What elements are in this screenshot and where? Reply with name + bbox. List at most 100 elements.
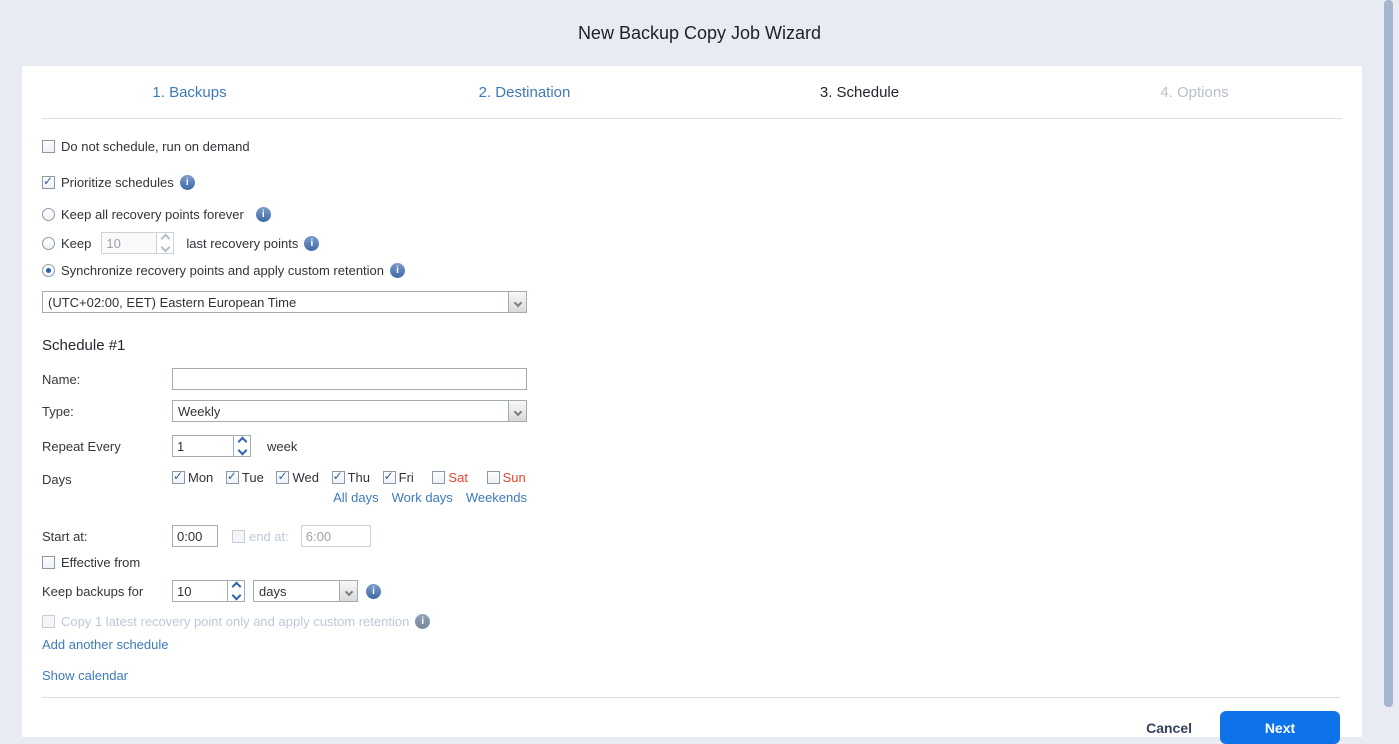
keep-forever-radio[interactable] <box>42 208 55 221</box>
window-titlebar: New Backup Copy Job Wizard <box>0 0 1399 66</box>
day-thu-label: Thu <box>347 470 370 485</box>
day-thu[interactable]: Thu <box>331 469 370 485</box>
effective-from-checkbox[interactable] <box>42 556 55 569</box>
tab-options: 4. Options <box>1160 83 1229 101</box>
wizard-footer: Cancel Next <box>22 698 1362 744</box>
day-sun-checkbox[interactable] <box>486 471 500 484</box>
day-tue[interactable]: Tue <box>225 469 264 485</box>
scrollbar-thumb[interactable] <box>1384 0 1393 707</box>
day-sun-label: Sun <box>502 470 526 485</box>
chevron-down-icon <box>339 581 357 601</box>
tab-backups[interactable]: 1. Backups <box>22 84 357 101</box>
days-row: Days Mon Tue Wed Thu Fri Sat Sun All day… <box>42 469 1340 505</box>
day-fri[interactable]: Fri <box>382 469 414 485</box>
keep-backups-stepper[interactable] <box>172 580 245 602</box>
show-calendar-row: Show calendar <box>42 668 1340 683</box>
name-row: Name: <box>42 368 1340 390</box>
next-button[interactable]: Next <box>1220 711 1340 744</box>
day-sun[interactable]: Sun <box>486 470 526 485</box>
days-label: Days <box>42 472 72 487</box>
do-not-schedule-checkbox[interactable] <box>42 140 55 153</box>
keep-last-radio[interactable] <box>42 236 55 250</box>
work-days-link[interactable]: Work days <box>392 490 453 505</box>
copy-latest-checkbox <box>42 615 55 628</box>
schedule-heading: Schedule #1 <box>42 337 126 354</box>
stepper-arrows-icon[interactable] <box>227 581 244 601</box>
info-icon[interactable] <box>390 263 406 278</box>
vertical-scrollbar[interactable] <box>1384 0 1393 737</box>
chevron-down-icon <box>508 292 526 312</box>
day-tue-checkbox[interactable] <box>225 469 239 484</box>
tab-destination[interactable]: 2. Destination <box>357 84 692 101</box>
info-icon <box>415 614 431 629</box>
prioritize-label: Prioritize schedules <box>61 175 174 190</box>
tab-schedule[interactable]: 3. Schedule <box>692 84 1027 101</box>
effective-from-label: Effective from <box>61 555 141 570</box>
type-select[interactable]: Weekly <box>172 400 527 422</box>
chevron-down-icon <box>508 401 526 421</box>
day-fri-checkbox[interactable] <box>382 469 396 484</box>
weekends-link[interactable]: Weekends <box>466 490 527 505</box>
days-controls: Mon Tue Wed Thu Fri Sat Sun All days Wor… <box>172 469 527 505</box>
info-icon[interactable] <box>255 207 271 222</box>
end-at-input <box>300 525 371 547</box>
type-label: Type: <box>42 403 74 419</box>
schedule-step-content: Do not schedule, run on demand Prioritiz… <box>22 139 1362 698</box>
effective-from-row: Effective from <box>42 555 1340 570</box>
keep-backups-input[interactable] <box>173 581 227 601</box>
cancel-button[interactable]: Cancel <box>1146 720 1192 736</box>
do-not-schedule-label: Do not schedule, run on demand <box>61 139 250 154</box>
all-days-link[interactable]: All days <box>333 490 379 505</box>
repeat-stepper[interactable] <box>172 435 251 457</box>
day-tue-label: Tue <box>241 470 264 485</box>
stepper-arrows-icon <box>156 233 174 253</box>
synchronize-radio[interactable] <box>42 264 55 277</box>
add-schedule-link[interactable]: Add another schedule <box>42 637 168 652</box>
wizard-dialog: 1. Backups 2. Destination 3. Schedule 4.… <box>22 66 1362 744</box>
repeat-label: Repeat Every <box>42 438 121 454</box>
day-fri-label: Fri <box>398 470 414 485</box>
timezone-select[interactable]: (UTC+02:00, EET) Eastern European Time <box>42 291 527 313</box>
day-mon-label: Mon <box>188 470 214 485</box>
day-thu-checkbox[interactable] <box>331 469 345 484</box>
tabs-divider <box>42 118 1342 119</box>
info-icon[interactable] <box>179 175 195 190</box>
synchronize-label: Synchronize recovery points and apply cu… <box>61 263 385 278</box>
type-row: Type: Weekly <box>42 400 1340 422</box>
start-at-row: Start at: end at: <box>42 525 1340 547</box>
copy-latest-row: Copy 1 latest recovery point only and ap… <box>42 614 1340 629</box>
stepper-arrows-icon[interactable] <box>233 436 250 456</box>
add-schedule-row: Add another schedule <box>42 637 1340 652</box>
keep-backups-row: Keep backups for days <box>42 580 1340 602</box>
start-at-input[interactable] <box>172 525 218 547</box>
show-calendar-link[interactable]: Show calendar <box>42 668 128 683</box>
synchronize-row: Synchronize recovery points and apply cu… <box>42 263 1340 278</box>
day-wed-label: Wed <box>292 470 319 485</box>
keep-forever-label: Keep all recovery points forever <box>61 207 244 222</box>
repeat-input[interactable] <box>173 436 233 456</box>
timezone-row: (UTC+02:00, EET) Eastern European Time <box>42 291 1340 313</box>
copy-latest-label: Copy 1 latest recovery point only and ap… <box>61 614 410 629</box>
page-title: New Backup Copy Job Wizard <box>577 23 822 43</box>
keep-last-count-stepper <box>101 232 175 254</box>
keep-unit-value: days <box>259 583 287 599</box>
wizard-steps: 1. Backups 2. Destination 3. Schedule 4.… <box>22 66 1362 118</box>
day-preset-links: All days Work days Weekends <box>172 490 527 505</box>
day-wed-checkbox[interactable] <box>276 469 290 484</box>
keep-forever-row: Keep all recovery points forever <box>42 207 1340 222</box>
info-icon[interactable] <box>304 235 320 251</box>
day-mon-checkbox[interactable] <box>172 469 185 484</box>
day-sat-checkbox[interactable] <box>432 471 446 484</box>
day-mon[interactable]: Mon <box>172 469 214 485</box>
prioritize-row: Prioritize schedules <box>42 174 1340 190</box>
day-sat-label: Sat <box>448 470 468 485</box>
day-sat[interactable]: Sat <box>432 470 468 485</box>
keep-last-count-input <box>102 233 157 253</box>
keep-last-row: Keep last recovery points <box>42 232 1340 254</box>
day-wed[interactable]: Wed <box>276 469 319 485</box>
keep-unit-select[interactable]: days <box>253 580 358 602</box>
prioritize-checkbox[interactable] <box>42 174 55 189</box>
name-input[interactable] <box>172 368 527 390</box>
info-icon[interactable] <box>366 583 381 599</box>
end-at-checkbox[interactable] <box>232 529 245 543</box>
